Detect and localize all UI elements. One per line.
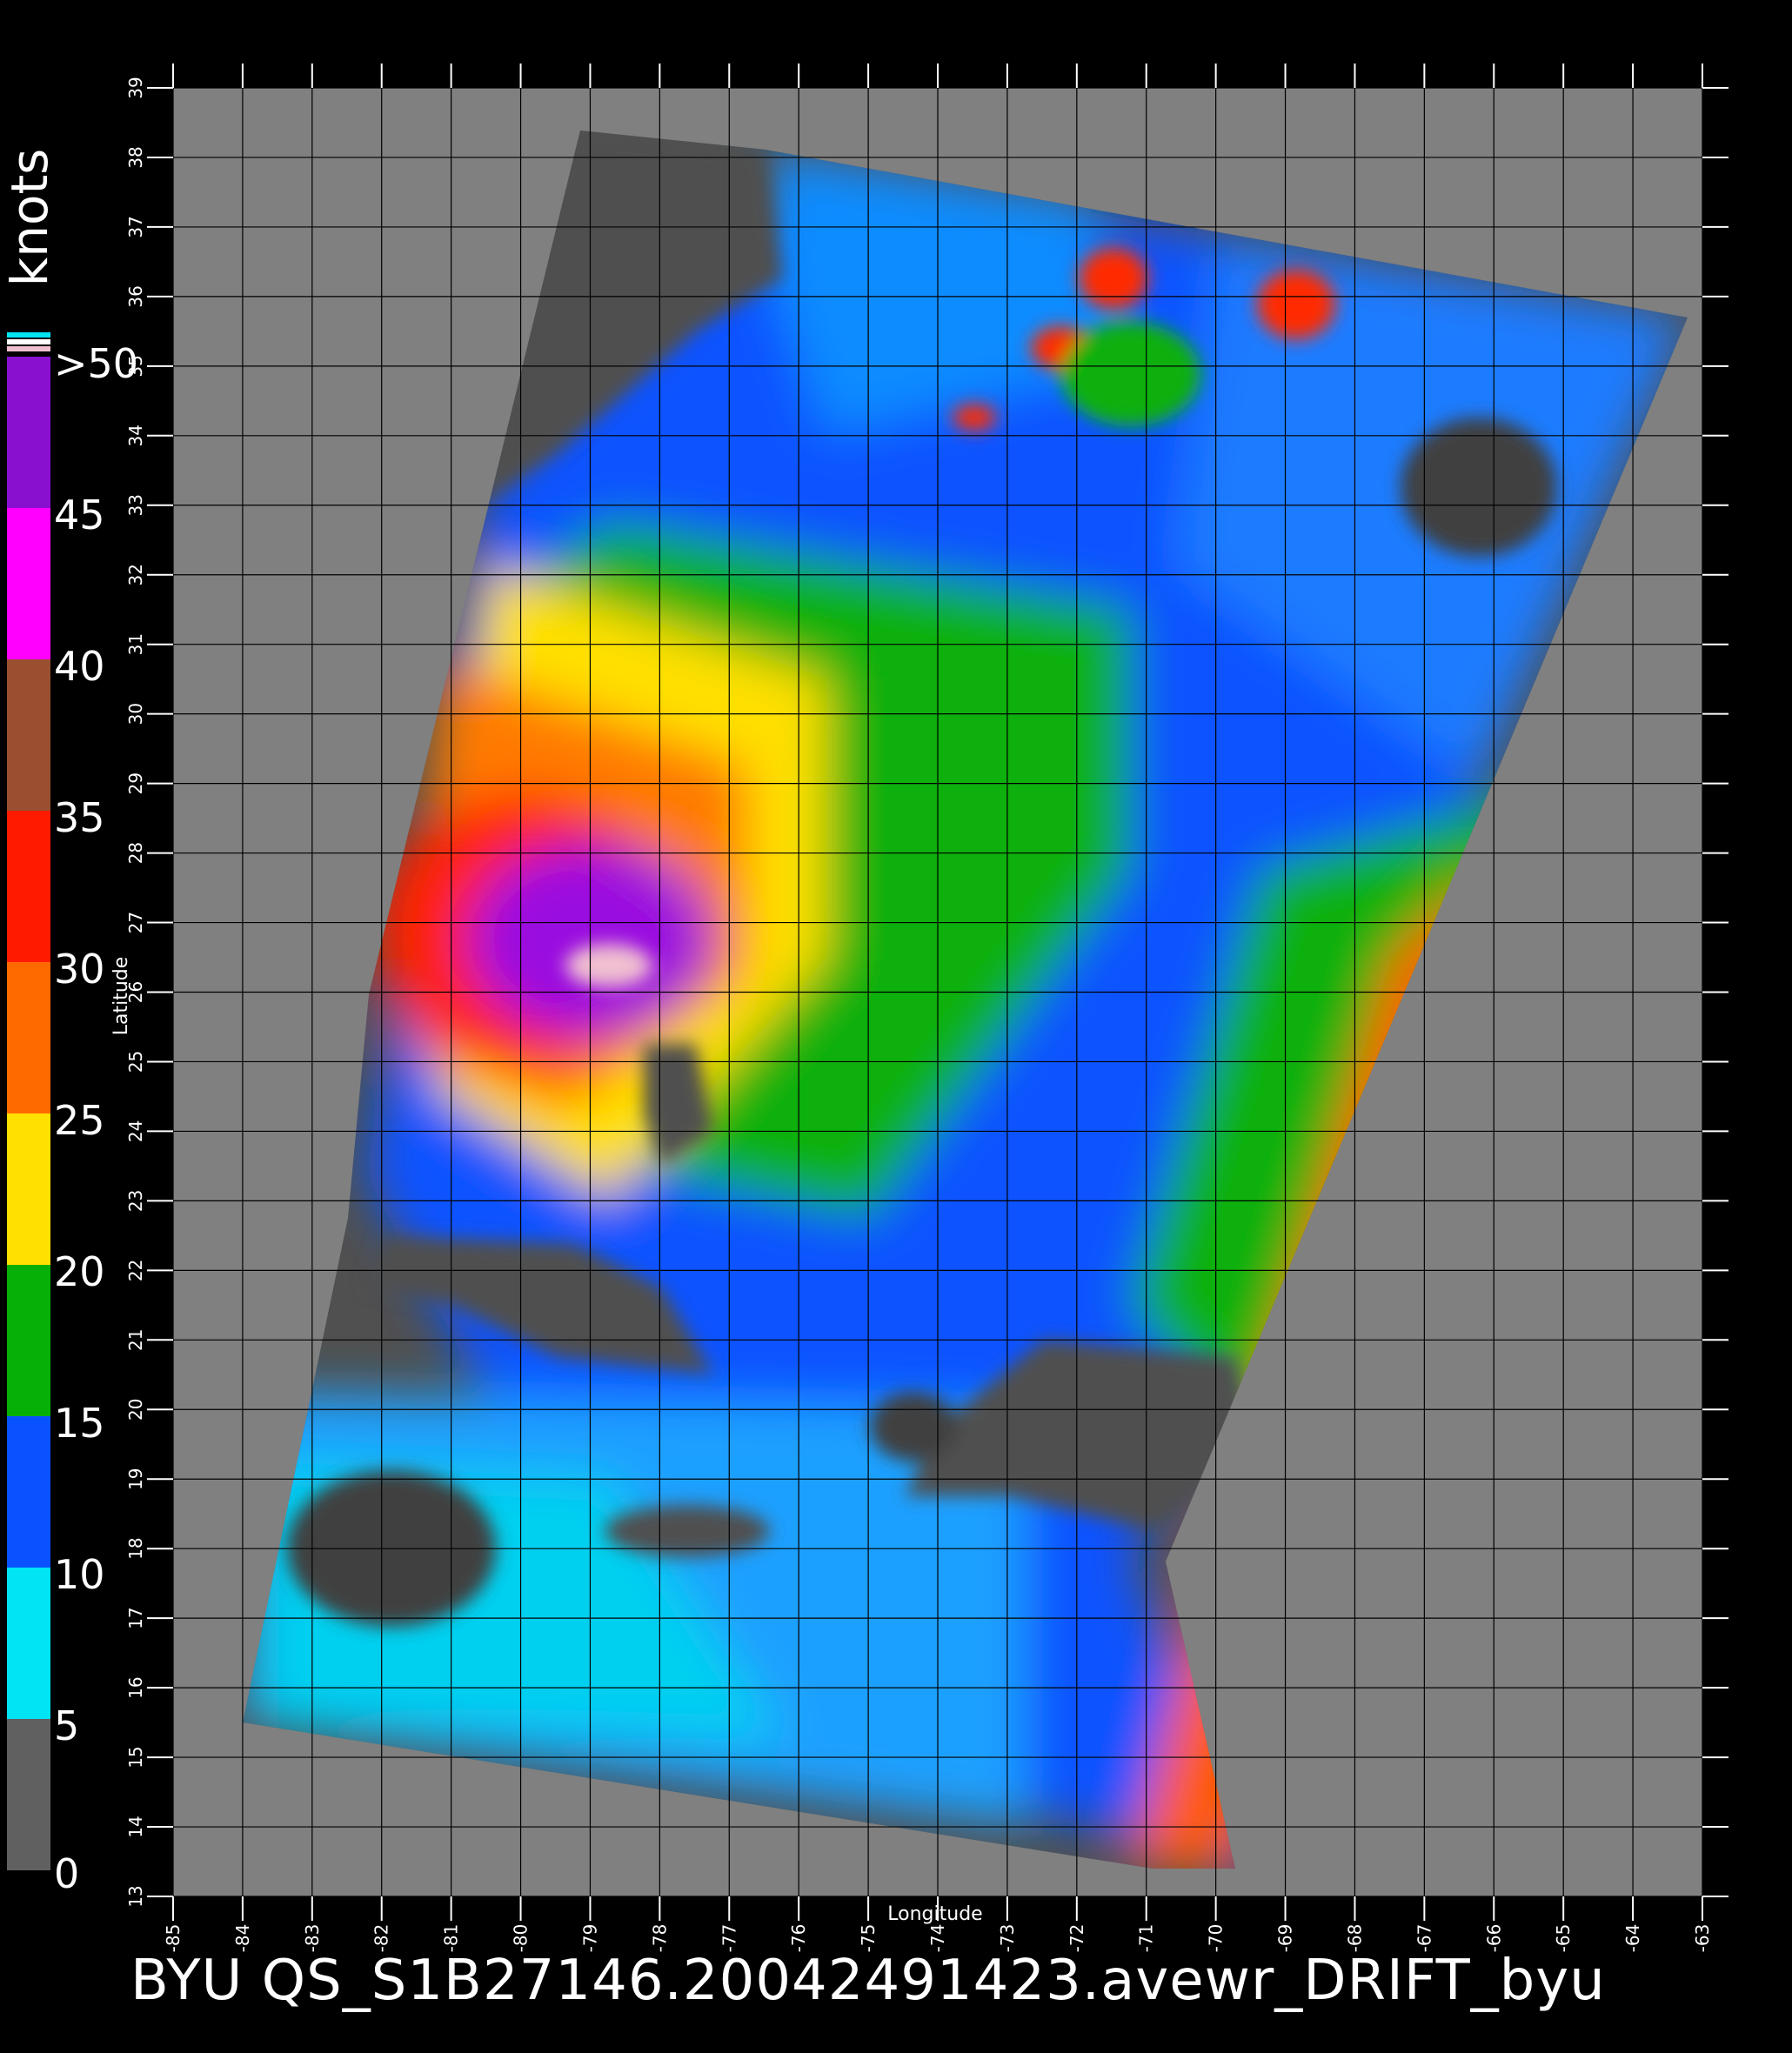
colorbar-band — [7, 811, 50, 962]
y-tick-label: 13 — [125, 1885, 146, 1907]
colorbar-band — [7, 508, 50, 659]
colorbar-band — [7, 962, 50, 1113]
colorbar-label: 15 — [54, 1400, 105, 1447]
colorbar-label: 35 — [54, 794, 105, 841]
colorbar-label: 25 — [54, 1097, 105, 1144]
y-tick-label: 18 — [125, 1537, 146, 1559]
colorbar-band — [7, 1265, 50, 1416]
colorbar-label: 45 — [54, 492, 105, 538]
y-tick-label: 21 — [125, 1329, 146, 1351]
colorbar-band — [7, 659, 50, 811]
y-tick-label: 15 — [125, 1746, 146, 1768]
y-tick-label: 39 — [125, 77, 146, 98]
colorbar: 0 5 10 15 20 25 30 35 40 45 >50 — [7, 332, 138, 1897]
colorbar-band — [7, 1416, 50, 1568]
y-tick-label: 29 — [125, 772, 146, 794]
colorbar-overflow-stripe — [7, 346, 50, 351]
y-tick-label: 14 — [125, 1816, 146, 1837]
image-title: BYU QS_S1B27146.20042491423.avewr_DRIFT_… — [130, 1949, 1606, 2013]
y-tick-label: 25 — [125, 1051, 146, 1073]
colorbar-label: 5 — [54, 1702, 79, 1749]
colorbar-overflow-stripe — [7, 332, 50, 338]
y-tick-label: 23 — [125, 1190, 146, 1212]
y-axis-title: Latitude — [110, 957, 132, 1036]
wind-speed-map: -85 -84 -83 -82 -81 -80 -79 -78 -77 -76 -75 -74 -73-… — [0, 64, 1728, 1952]
colorbar-band — [7, 1113, 50, 1265]
y-tick-label: 16 — [125, 1676, 146, 1698]
colorbar-overflow-stripe — [7, 339, 50, 344]
colorbar-label: 30 — [54, 946, 105, 993]
y-tick-label: 20 — [125, 1399, 146, 1421]
colorbar-band — [7, 357, 50, 508]
colorbar-label: >50 — [54, 340, 138, 387]
x-axis-title: Longitude — [887, 1903, 982, 1925]
y-tick-label: 22 — [125, 1260, 146, 1281]
y-tick-label: 36 — [125, 285, 146, 307]
y-tick-label: 27 — [125, 912, 146, 933]
y-tick-label: 34 — [125, 425, 146, 446]
colorbar-band — [7, 1719, 50, 1870]
colorbar-label: 40 — [54, 643, 105, 690]
colorbar-label: 20 — [54, 1248, 105, 1295]
y-tick-label: 33 — [125, 494, 146, 516]
y-tick-label: 17 — [125, 1607, 146, 1628]
y-tick-label: 38 — [125, 146, 146, 168]
y-tick-label: 24 — [125, 1120, 146, 1142]
y-tick-label: 32 — [125, 564, 146, 585]
y-tick-label: 31 — [125, 633, 146, 655]
y-tick-label: 30 — [125, 703, 146, 725]
colorbar-label: 10 — [54, 1551, 105, 1598]
colorbar-units: knots — [0, 149, 59, 287]
colorbar-band — [7, 1568, 50, 1719]
colorbar-label: 0 — [54, 1850, 79, 1897]
y-tick-label: 37 — [125, 216, 146, 237]
y-tick-label: 28 — [125, 842, 146, 864]
y-tick-label: 19 — [125, 1468, 146, 1490]
